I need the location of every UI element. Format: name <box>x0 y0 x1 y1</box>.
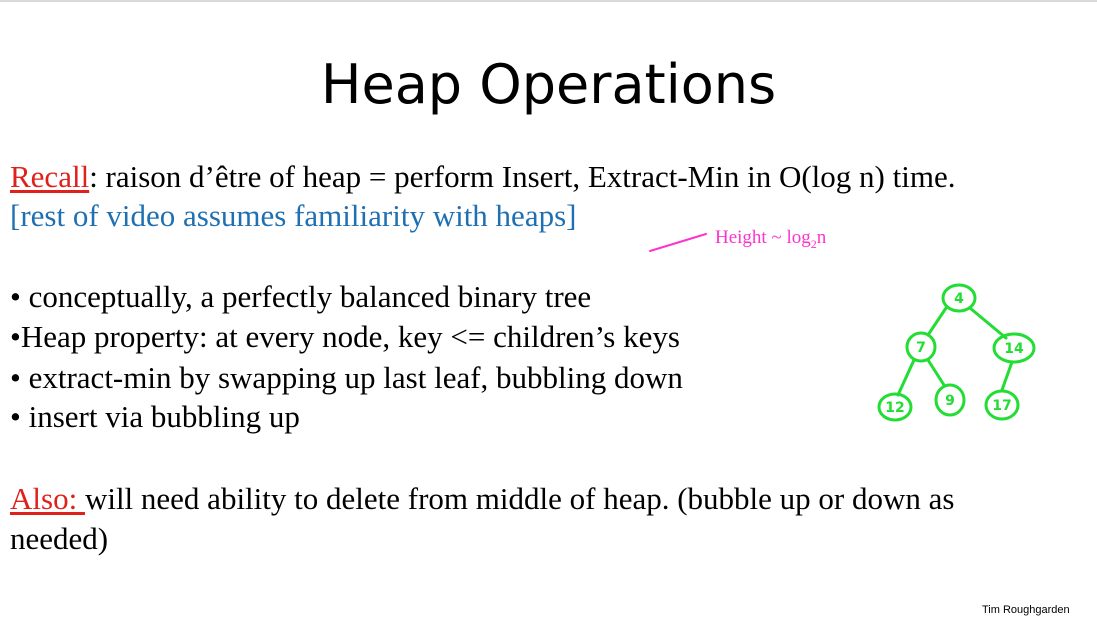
tree-node-key: 12 <box>885 400 904 416</box>
tree-node-key: 4 <box>954 291 964 307</box>
tree-edge-4-7 <box>926 306 948 337</box>
tree-edge-4-14 <box>968 306 1008 340</box>
author-credit: Tim Roughgarden <box>982 604 1070 616</box>
tree-node-key: 14 <box>1004 341 1024 357</box>
tree-edge-7-9 <box>926 358 946 387</box>
tree-node-key: 7 <box>916 340 926 356</box>
height-pointer-stroke <box>649 233 707 252</box>
tree-edge-14-17 <box>1000 360 1014 392</box>
handwritten-annotations: 4 7 14 12 9 17 <box>649 233 1036 422</box>
tree-edge-7-12 <box>896 358 916 397</box>
tree-node-key: 9 <box>945 393 955 409</box>
tree-node-key: 17 <box>992 398 1011 414</box>
